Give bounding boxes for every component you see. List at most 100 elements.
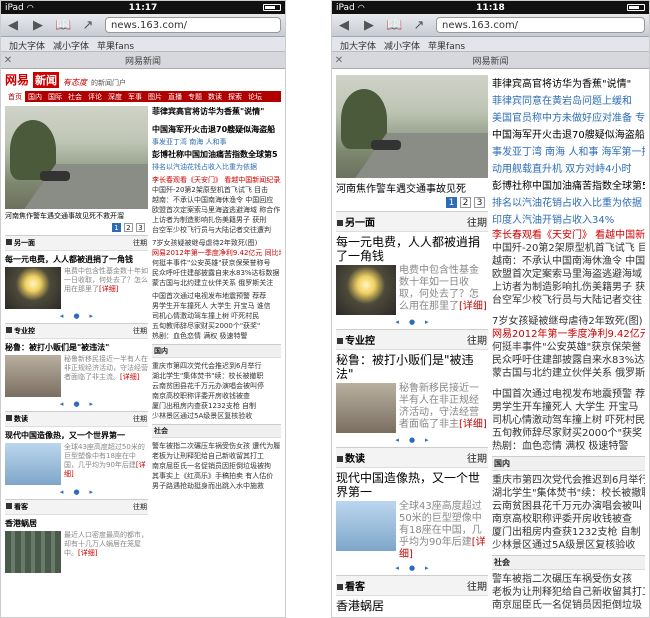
list-item[interactable]: 湖北学生"集体焚书"续：校长被撤职 bbox=[152, 371, 281, 381]
nav-item[interactable]: 评论 bbox=[85, 91, 105, 102]
section-name[interactable]: 另一面 bbox=[345, 218, 375, 229]
list-item[interactable]: 男子路遇抢劫挺身而出跳入水中施救 bbox=[152, 481, 281, 491]
forward-icon[interactable]: ▶ bbox=[30, 18, 46, 33]
detail-link[interactable]: [详细] bbox=[78, 549, 97, 557]
list-item[interactable]: 云南贫困县花千万元办演唱会被叫 bbox=[492, 500, 645, 513]
list-item[interactable]: 越南：不承认中国南海休渔令 中国回应 bbox=[152, 195, 281, 205]
section-article-title[interactable]: 现代中国造像热，又一个世界第一 bbox=[336, 471, 488, 499]
next-icon[interactable]: ▸ bbox=[90, 400, 94, 408]
list-item[interactable]: 南京屈臣氏一名促销员因拒倒垃圾被拘 bbox=[152, 461, 281, 471]
pager-3[interactable]: 3 bbox=[474, 197, 485, 208]
list-item[interactable]: 司机心情激动驾车撞上树 吓死村民 bbox=[492, 414, 645, 427]
list-item[interactable]: 南京屈臣氏一名促销员因拒倒垃圾 bbox=[492, 599, 645, 612]
list-item[interactable]: 老板为让刑释犯给自己新收留其打工 bbox=[492, 586, 645, 599]
list-item[interactable]: 何挺丰事件"公安英雄"获京保荣誉称号 bbox=[152, 258, 281, 268]
bookmark-decrease-font[interactable]: 减小字体 bbox=[384, 39, 420, 52]
tab-title[interactable]: 网易新闻 bbox=[332, 54, 649, 67]
address-bar[interactable]: news.163.com/ bbox=[105, 17, 281, 33]
section-more[interactable]: 往期 bbox=[467, 332, 487, 347]
nav-item[interactable]: 首页 bbox=[5, 91, 25, 102]
next-icon[interactable]: ▸ bbox=[90, 312, 94, 320]
society-section-header[interactable]: 社会 bbox=[152, 424, 281, 438]
pager-1[interactable]: 1 bbox=[446, 197, 457, 208]
list-item[interactable]: 湖北学生"集体焚书"续：校长被撤职 bbox=[492, 487, 645, 500]
photo-caption[interactable]: 河南焦作警车遇交通事故见死 bbox=[336, 178, 488, 197]
share-icon[interactable]: ↗ bbox=[411, 18, 427, 33]
domestic-section-header[interactable]: 国内 bbox=[152, 344, 281, 358]
list-item[interactable]: 越南：不承认中国南海休渔令 中国 bbox=[492, 255, 645, 268]
section-more[interactable]: 往期 bbox=[467, 214, 487, 229]
list-item[interactable]: 热剧：血色恋情 满权 极速特警 bbox=[492, 440, 645, 453]
lightbulb-image[interactable] bbox=[5, 267, 61, 309]
headline-sub[interactable]: 事发亚丁湾 南海 人和事 bbox=[152, 137, 281, 147]
nav-item[interactable]: 国内 bbox=[25, 91, 45, 102]
section-article-title[interactable]: 每一元电费，人人都被逍捐了一角钱 bbox=[5, 254, 148, 265]
headline-photo[interactable] bbox=[336, 75, 488, 178]
housing-image[interactable] bbox=[5, 531, 61, 573]
bookmark-apple-fans[interactable]: 苹果fans bbox=[428, 39, 465, 52]
pager-2[interactable]: 2 bbox=[460, 197, 471, 208]
statue-image[interactable] bbox=[5, 443, 61, 485]
bookmark-apple-fans[interactable]: 苹果fans bbox=[97, 39, 134, 52]
back-icon[interactable]: ◀ bbox=[336, 18, 352, 33]
domestic-section-header[interactable]: 国内 bbox=[492, 456, 645, 471]
section-name[interactable]: 另一面 bbox=[14, 239, 35, 247]
next-icon[interactable]: ▸ bbox=[90, 488, 94, 496]
prev-icon[interactable]: ◂ bbox=[60, 312, 64, 320]
section-article-title[interactable]: 现代中国造像热，又一个世界第一 bbox=[5, 430, 148, 441]
list-item[interactable]: 7岁女孩疑被继母虐待2年致死(图) bbox=[152, 238, 281, 248]
list-item[interactable]: 南京高校职称评委开房收钱被查 bbox=[492, 513, 645, 526]
detail-link[interactable]: [详细] bbox=[459, 301, 487, 312]
headline-photo[interactable] bbox=[5, 106, 148, 209]
street-vendor-image[interactable] bbox=[5, 355, 61, 397]
list-item[interactable]: 网易2012年第一季度净利9.42亿元 bbox=[492, 328, 645, 341]
headline-sub[interactable]: 事发亚丁湾 南海 人和事 海军第一批护航 bbox=[492, 143, 645, 158]
prev-icon[interactable]: ◂ bbox=[395, 564, 399, 572]
next-icon[interactable]: ▸ bbox=[425, 564, 429, 572]
list-item[interactable]: 云南贫困县花千万元办演唱会被叫停 bbox=[152, 381, 281, 391]
section-name[interactable]: 看客 bbox=[14, 503, 28, 511]
headline-sub[interactable]: 印度人汽油开销占收入34% bbox=[492, 211, 645, 226]
list-item[interactable]: 网易2012年第一季度净利9.42亿元 同比增 bbox=[152, 248, 281, 258]
statue-image[interactable] bbox=[336, 501, 396, 551]
address-bar[interactable]: news.163.com/ bbox=[436, 17, 645, 33]
photo-caption[interactable]: 河南焦作警车遇交通事故见死不救开溜 bbox=[5, 209, 148, 223]
nav-item[interactable]: 直播 bbox=[165, 91, 185, 102]
list-item[interactable]: 蒙古国与北约建立伙伴关系 俄罗斯 bbox=[492, 367, 645, 380]
list-item[interactable]: 少林景区通过5A级景区复核验收 bbox=[492, 539, 645, 552]
section-name[interactable]: 数读 bbox=[345, 454, 365, 465]
section-article-title[interactable]: 香港蜗居 bbox=[336, 599, 488, 613]
list-item[interactable]: 其事实上《红高乐》手稿拍卖 有人估价 bbox=[152, 471, 281, 481]
detail-link[interactable]: [详细] bbox=[99, 285, 118, 293]
bookmark-increase-font[interactable]: 加大字体 bbox=[340, 39, 376, 52]
list-item[interactable]: 五旬教师辞尽家财买2000个"获奖 bbox=[492, 427, 645, 440]
list-item[interactable]: 南京高校职称评委开房收钱被查 bbox=[152, 391, 281, 401]
list-item[interactable]: 台空军少校飞行员与大陆记者交往 bbox=[492, 294, 645, 307]
list-item[interactable]: 男学生开车撞死人 大学生 开宝马 bbox=[492, 401, 645, 414]
list-item[interactable]: 中国歼-20第2架原型机首飞试飞 目击 bbox=[152, 185, 281, 195]
pager-3[interactable]: 3 bbox=[136, 223, 145, 232]
list-item[interactable]: 中国首次通过电视发布地震预警 荐荐 bbox=[152, 291, 281, 301]
prev-icon[interactable]: ◂ bbox=[395, 436, 399, 444]
detail-link[interactable]: [详细] bbox=[459, 419, 487, 430]
detail-link[interactable]: [详细] bbox=[120, 373, 139, 381]
list-item[interactable]: 重庆市第四次党代会推迟到6月举行 bbox=[492, 474, 645, 487]
list-item[interactable]: 中国歼-20第2架原型机首飞试飞 目 bbox=[492, 242, 645, 255]
bookmark-decrease-font[interactable]: 减小字体 bbox=[53, 39, 89, 52]
section-article-title[interactable]: 香港蜗居 bbox=[5, 518, 148, 529]
section-article-title[interactable]: 秘鲁：被打小贩们是"被违法" bbox=[336, 353, 488, 381]
section-more[interactable]: 往期 bbox=[133, 502, 147, 512]
list-item[interactable]: 男学生开车撞死人 大学生 开宝马 谁信 bbox=[152, 301, 281, 311]
section-article-title[interactable]: 每一元电费，人人都被逍捐了一角钱 bbox=[336, 235, 488, 263]
section-more[interactable]: 往期 bbox=[133, 238, 147, 248]
list-item[interactable]: 五旬教师辞尽家财买2000个"获奖" bbox=[152, 321, 281, 331]
nav-item[interactable]: 国际 bbox=[45, 91, 65, 102]
next-icon[interactable]: ▸ bbox=[425, 436, 429, 444]
list-item[interactable]: 民众呼吁住建部披露自来水83%达标数据 bbox=[152, 268, 281, 278]
headline-sub[interactable]: 美国官员称中方未做好应对准备 专题 bbox=[492, 109, 645, 124]
section-name[interactable]: 数读 bbox=[14, 415, 28, 423]
section-more[interactable]: 往期 bbox=[467, 450, 487, 465]
section-more[interactable]: 往期 bbox=[467, 578, 487, 593]
list-item[interactable]: 蒙古国与北约建立伙伴关系 俄罗斯关注 bbox=[152, 278, 281, 288]
bookmark-increase-font[interactable]: 加大字体 bbox=[9, 39, 45, 52]
